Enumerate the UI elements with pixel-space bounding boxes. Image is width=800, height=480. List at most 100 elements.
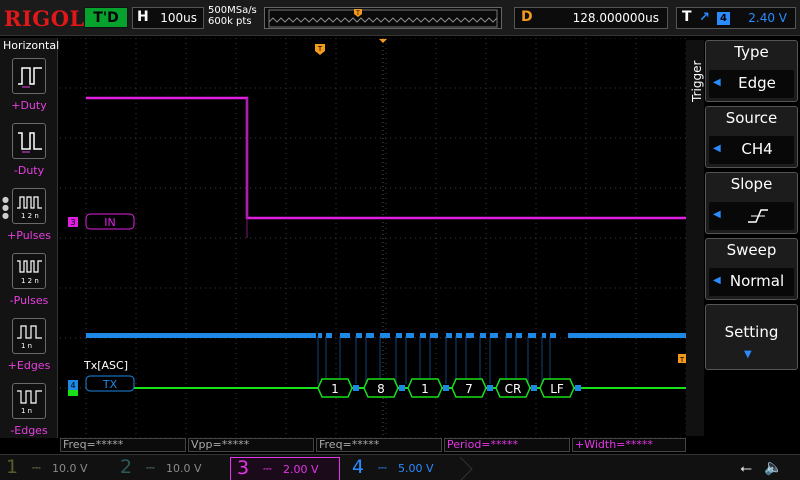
trigger-source-valuebox: ◀ CH4 — [709, 136, 794, 164]
trigger-sweep-button[interactable]: Sweep ◀ Normal — [705, 238, 798, 300]
trigger-setting-button[interactable]: Setting ▼ — [705, 304, 798, 370]
decode-byte-label: 7 — [465, 382, 473, 396]
timebase-letter: H — [137, 9, 149, 25]
sample-info: 500MSa/s 600k pts — [208, 5, 257, 27]
memory-overview-bar: T — [264, 7, 502, 29]
measurement-item[interactable]: Freq=***** — [316, 438, 442, 452]
channel-scale: 5.00 V — [398, 462, 434, 475]
trigger-letter: T — [682, 9, 692, 25]
trigger-slope-button[interactable]: Slope ◀ — [705, 172, 798, 234]
delay-letter: D — [521, 9, 533, 25]
trigger-level-marker[interactable]: T — [678, 354, 686, 364]
channel-1-status[interactable]: 1 ⎓ 10.0 V — [0, 456, 112, 480]
ch3-marker[interactable]: 3 — [68, 217, 78, 227]
neg-duty-label: -Duty — [13, 164, 45, 177]
neg-edges-button[interactable]: 1 n — [12, 383, 46, 419]
measurement-strip: Freq=***** Vpp=***** Freq=***** Period=*… — [60, 438, 686, 452]
delay-value: 128.000000us — [572, 11, 659, 25]
run-status-badge[interactable]: T'D — [84, 7, 128, 28]
neg-duty-icon — [18, 132, 42, 153]
rising-edge-icon: ↗ — [699, 10, 710, 25]
channel-number: 2 — [120, 456, 133, 478]
measurement-item[interactable]: Freq=***** — [60, 438, 186, 452]
trigger-type-value: Edge — [738, 74, 776, 92]
trigger-slope-title: Slope — [730, 175, 773, 193]
brand-logo: RIGOL — [4, 6, 85, 31]
neg-pulses-icon: 1 2 n — [17, 260, 42, 285]
memory-depth: 600k pts — [208, 16, 252, 27]
neg-duty-button[interactable] — [12, 123, 46, 159]
trigger-source-button[interactable]: Source ◀ CH4 — [705, 106, 798, 168]
usb-icon: ⭠ — [740, 459, 753, 477]
channel-number: 1 — [6, 456, 19, 478]
svg-text:1 2 n: 1 2 n — [21, 212, 39, 220]
trigger-type-valuebox: ◀ Edge — [709, 70, 794, 98]
trigger-source-value: CH4 — [741, 140, 773, 158]
ch4-label: TX — [102, 378, 118, 391]
svg-text:1 n: 1 n — [21, 407, 32, 415]
timebase-display[interactable]: H 100us — [132, 7, 204, 29]
neg-pulses-button[interactable]: 1 2 n — [12, 253, 46, 289]
sample-rate: 500MSa/s — [208, 5, 257, 16]
measurement-item[interactable]: +Width=***** — [572, 438, 686, 452]
rising-slope-icon — [748, 209, 768, 223]
pos-pulses-button[interactable]: 1 2 n — [12, 188, 46, 224]
svg-text:1 n: 1 n — [21, 342, 32, 350]
left-arrow-icon: ◀ — [713, 143, 721, 154]
trigger-sweep-value: Normal — [729, 272, 785, 290]
channel-2-status[interactable]: 2 ⎓ 10.0 V — [114, 456, 226, 480]
channel-bar: 1 ⎓ 10.0 V 2 ⎓ 10.0 V 3 ⎓ 2.00 V 4 ⎓ 5.0… — [0, 454, 800, 480]
dc-coupling-icon: ⎓ — [378, 461, 387, 474]
dc-coupling-icon: ⎓ — [146, 461, 155, 474]
pos-pulses-label: +Pulses — [7, 229, 51, 242]
trigger-setting-title: Setting — [724, 323, 779, 341]
left-arrow-icon: ◀ — [713, 275, 721, 286]
measure-panel-title: Horizontal — [3, 39, 60, 52]
left-arrow-icon: ◀ — [713, 77, 721, 88]
trigger-slope-valuebox: ◀ — [709, 202, 794, 230]
measurement-item[interactable]: Vpp=***** — [188, 438, 314, 452]
trigger-status-display[interactable]: T ↗ 4 2.40 V — [676, 7, 796, 29]
trigger-type-button[interactable]: Type ◀ Edge — [705, 40, 798, 102]
pos-duty-button[interactable] — [12, 58, 46, 94]
ch4-marker[interactable]: 4 — [68, 380, 78, 396]
speaker-muted-icon[interactable]: 🔈 — [764, 458, 783, 476]
channel-number: 4 — [352, 456, 365, 478]
channel-3-status[interactable]: 3 ⎓ 2.00 V — [230, 457, 340, 480]
decode-byte-label: 1 — [421, 382, 429, 396]
memory-waveform-icon: T — [268, 9, 498, 28]
svg-text:1 2 n: 1 2 n — [21, 277, 39, 285]
channel-number: 3 — [237, 457, 250, 479]
left-arrow-icon: ◀ — [713, 209, 721, 220]
channel-scale: 2.00 V — [283, 463, 319, 476]
decode-byte-label: 1 — [331, 382, 339, 396]
trigger-channel-badge: 4 — [717, 12, 730, 25]
measurement-item[interactable]: Period=***** — [444, 438, 570, 452]
dc-coupling-icon: ⎓ — [32, 461, 41, 474]
decode-byte-label: 8 — [377, 382, 385, 396]
trigger-level-value: 2.40 V — [748, 11, 787, 25]
pos-pulses-icon: 1 2 n — [17, 196, 42, 220]
delay-display[interactable]: D 128.000000us — [514, 7, 668, 29]
waveform-display[interactable]: T 3 IN Tx[ASC] 4 TX 1 8 1 7 CR LF T — [60, 38, 686, 438]
neg-pulses-label: -Pulses — [9, 294, 49, 307]
channel-scale: 10.0 V — [166, 462, 202, 475]
pos-duty-label: +Duty — [11, 99, 47, 112]
neg-edges-icon: 1 n — [17, 390, 42, 415]
trigger-sweep-title: Sweep — [726, 241, 777, 259]
channel-4-status[interactable]: 4 ⎓ 5.00 V — [346, 456, 458, 480]
channel-bar-decoration — [460, 457, 473, 480]
svg-text:T: T — [679, 356, 685, 364]
pos-edges-button[interactable]: 1 n — [12, 318, 46, 354]
svg-text:3: 3 — [70, 218, 75, 227]
decode-title: Tx[ASC] — [83, 359, 128, 372]
pos-edges-label: +Edges — [7, 359, 51, 372]
trigger-source-title: Source — [725, 109, 778, 127]
top-status-bar: RIGOL T'D H 100us 500MSa/s 600k pts T D … — [0, 0, 800, 36]
pos-duty-icon — [18, 67, 42, 88]
decode-byte-label: CR — [505, 382, 522, 396]
page-dots-icon: ● ● ● — [2, 195, 9, 220]
trigger-type-title: Type — [734, 43, 769, 61]
down-arrow-icon: ▼ — [744, 349, 752, 360]
svg-text:T: T — [317, 45, 323, 53]
